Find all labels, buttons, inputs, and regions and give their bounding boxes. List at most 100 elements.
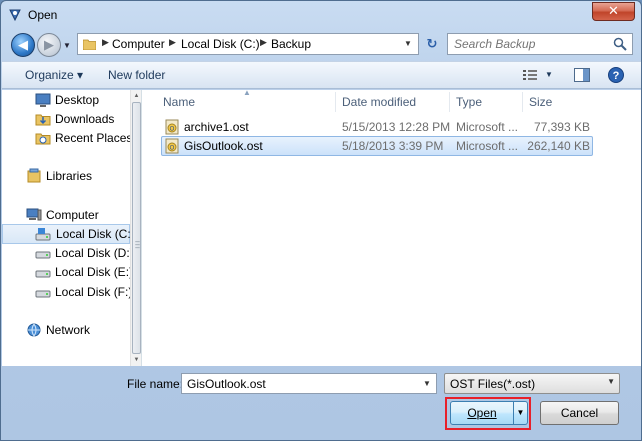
svg-text:O: O bbox=[170, 146, 175, 152]
drive-icon bbox=[35, 251, 51, 259]
desktop-icon bbox=[35, 93, 51, 107]
forward-arrow-icon: ▶ bbox=[44, 37, 54, 52]
drive-icon bbox=[35, 228, 51, 241]
nav-item-downloads[interactable]: Downloads bbox=[2, 109, 130, 129]
svg-text:O: O bbox=[170, 127, 175, 133]
nav-item-network[interactable]: Network bbox=[2, 320, 130, 340]
title-bar[interactable]: Open ✕ bbox=[1, 1, 641, 29]
view-options-dropdown-icon[interactable]: ▼ bbox=[545, 70, 553, 79]
file-row-archive1[interactable]: O archive1.ost 5/15/2013 12:28 PM Micros… bbox=[161, 117, 593, 137]
libraries-icon bbox=[27, 168, 41, 183]
organize-button[interactable]: Organize ▾ bbox=[25, 68, 83, 82]
file-name-dropdown-icon[interactable]: ▼ bbox=[420, 374, 434, 393]
file-name-label: File name: bbox=[127, 377, 184, 391]
nav-item-label: Local Disk (E:) bbox=[55, 265, 134, 279]
column-separator[interactable] bbox=[335, 92, 336, 112]
refresh-button[interactable]: ↻ bbox=[421, 33, 443, 55]
file-size: 262,140 KB bbox=[527, 139, 590, 153]
address-bar[interactable]: ▶ Computer ▶ Local Disk (C:) ▶ Backup ▼ bbox=[77, 33, 419, 55]
file-name: archive1.ost bbox=[184, 120, 249, 134]
nav-item-local-disk-d[interactable]: Local Disk (D:) bbox=[2, 243, 134, 263]
breadcrumb-backup[interactable]: Backup bbox=[271, 37, 311, 51]
change-view-icon[interactable] bbox=[523, 69, 537, 81]
scroll-thumb[interactable]: – – – bbox=[132, 102, 141, 354]
back-button[interactable]: ◀ bbox=[11, 33, 35, 57]
nav-item-local-disk-c[interactable]: Local Disk (C:) bbox=[2, 224, 135, 244]
search-icon bbox=[613, 37, 627, 51]
file-type: Microsoft ... bbox=[456, 120, 519, 134]
back-arrow-icon: ◀ bbox=[18, 37, 28, 52]
drive-icon bbox=[35, 290, 51, 298]
search-input[interactable] bbox=[454, 34, 614, 54]
nav-item-label: Local Disk (F:) bbox=[55, 285, 133, 299]
open-button-label: Open bbox=[467, 406, 497, 420]
nav-scrollbar[interactable]: ▲ – – – ▼ bbox=[130, 90, 141, 366]
column-separator[interactable] bbox=[522, 92, 523, 112]
breadcrumb-separator-icon[interactable]: ▶ bbox=[260, 37, 267, 48]
file-row-gisoutlook[interactable]: O GisOutlook.ost 5/18/2013 3:39 PM Micro… bbox=[161, 136, 593, 156]
downloads-folder-icon bbox=[35, 114, 51, 126]
cancel-button[interactable]: Cancel bbox=[540, 401, 619, 425]
nav-item-local-disk-f[interactable]: Local Disk (F:) bbox=[2, 282, 133, 302]
breadcrumb-computer[interactable]: Computer bbox=[112, 37, 165, 51]
column-header-date[interactable]: Date modified bbox=[342, 90, 416, 114]
breadcrumb-separator-icon[interactable]: ▶ bbox=[169, 37, 176, 48]
nav-item-label: Computer bbox=[46, 208, 99, 222]
nav-item-label: Downloads bbox=[55, 112, 115, 126]
column-header-name[interactable]: Name bbox=[163, 90, 195, 114]
nav-item-label: Libraries bbox=[46, 169, 93, 183]
forward-button[interactable]: ▶ bbox=[37, 33, 61, 57]
drive-icon bbox=[35, 270, 51, 278]
main-area: Desktop Downloads Recent Places Librarie… bbox=[2, 88, 641, 366]
scroll-down-arrow-icon[interactable]: ▼ bbox=[131, 354, 142, 366]
file-type: Microsoft ... bbox=[456, 139, 519, 153]
address-history-dropdown-icon[interactable]: ▼ bbox=[400, 34, 416, 54]
nav-item-desktop[interactable]: Desktop bbox=[2, 90, 130, 110]
open-button[interactable]: Open ▼ bbox=[450, 401, 528, 425]
column-header-size[interactable]: Size bbox=[529, 90, 552, 114]
svg-text:?: ? bbox=[613, 70, 620, 82]
column-separator[interactable] bbox=[449, 92, 450, 112]
open-dialog: Open ✕ ◀ ▶ ▼ ▶ Computer ▶ Local Disk (C:… bbox=[0, 0, 642, 441]
command-toolbar: Organize ▾ New folder ▼ ? bbox=[2, 61, 641, 89]
refresh-icon: ↻ bbox=[426, 36, 438, 51]
scroll-up-arrow-icon[interactable]: ▲ bbox=[131, 90, 142, 102]
ost-file-icon: O bbox=[165, 138, 179, 154]
network-icon bbox=[27, 323, 41, 337]
open-options-dropdown-icon[interactable]: ▼ bbox=[513, 402, 527, 424]
file-type-filter-select[interactable]: OST Files(*.ost) ▼ bbox=[444, 373, 620, 394]
preview-pane-icon[interactable] bbox=[574, 68, 590, 82]
nav-item-label: Network bbox=[46, 323, 91, 337]
file-list: Name ▲ Date modified Type Size O archive… bbox=[143, 88, 641, 366]
chevron-down-icon: ▼ bbox=[607, 377, 615, 386]
recent-locations-dropdown-icon[interactable]: ▼ bbox=[63, 41, 71, 50]
scroll-grip-icon: – – – bbox=[135, 237, 140, 252]
new-folder-button[interactable]: New folder bbox=[108, 68, 165, 82]
file-name: GisOutlook.ost bbox=[184, 139, 263, 153]
navigation-pane: Desktop Downloads Recent Places Librarie… bbox=[2, 90, 142, 366]
nav-item-label: Local Disk (D:) bbox=[55, 246, 134, 260]
breadcrumb-separator-icon[interactable]: ▶ bbox=[102, 37, 109, 48]
ost-file-icon: O bbox=[165, 119, 179, 135]
sort-ascending-icon: ▲ bbox=[243, 88, 251, 97]
nav-item-computer[interactable]: Computer bbox=[2, 205, 130, 225]
window-title: Open bbox=[28, 8, 58, 22]
file-size: 77,393 KB bbox=[533, 120, 590, 134]
close-button[interactable]: ✕ bbox=[592, 2, 635, 21]
computer-icon bbox=[26, 208, 42, 221]
column-header-type[interactable]: Type bbox=[456, 90, 482, 114]
nav-item-recent-places[interactable]: Recent Places bbox=[2, 128, 133, 148]
nav-item-local-disk-e[interactable]: Local Disk (E:) bbox=[2, 262, 134, 282]
breadcrumb-local-disk-c[interactable]: Local Disk (C:) bbox=[181, 37, 260, 51]
nav-item-label: Recent Places bbox=[55, 131, 133, 145]
help-icon[interactable]: ? bbox=[608, 67, 624, 83]
file-name-combobox[interactable]: ▼ bbox=[181, 373, 437, 394]
file-date: 5/18/2013 3:39 PM bbox=[342, 139, 444, 153]
recent-places-icon bbox=[35, 133, 51, 145]
nav-item-libraries[interactable]: Libraries bbox=[2, 166, 130, 186]
file-date: 5/15/2013 12:28 PM bbox=[342, 120, 451, 134]
search-box[interactable] bbox=[447, 33, 633, 55]
file-name-input[interactable] bbox=[187, 376, 415, 392]
app-icon bbox=[9, 9, 21, 22]
nav-item-label: Local Disk (C:) bbox=[56, 227, 135, 241]
